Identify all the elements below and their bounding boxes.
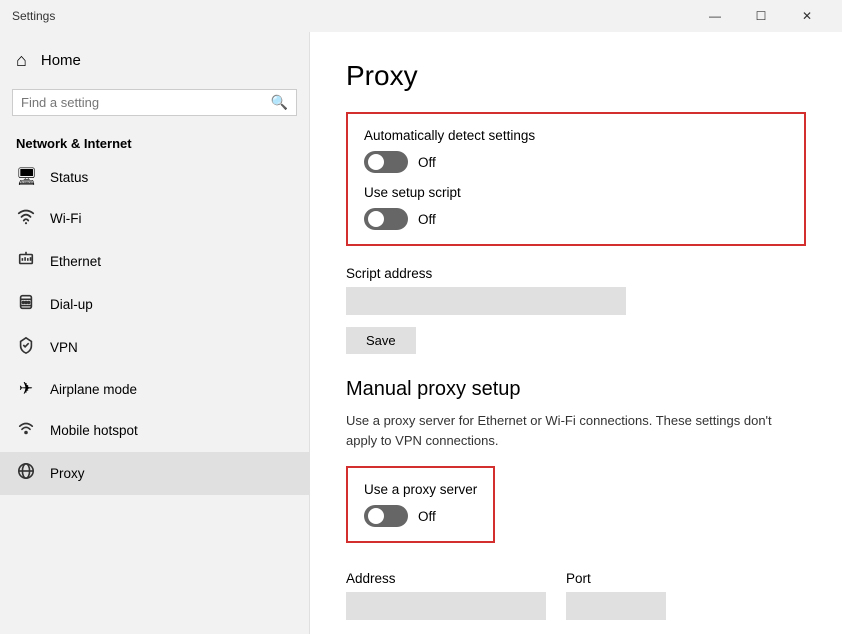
address-input[interactable] bbox=[346, 592, 546, 620]
sidebar-item-vpn[interactable]: VPN bbox=[0, 326, 309, 369]
detect-toggle[interactable] bbox=[364, 151, 408, 173]
detect-toggle-row: Off bbox=[364, 151, 788, 173]
window-title: Settings bbox=[12, 9, 55, 23]
use-proxy-toggle-label: Off bbox=[418, 509, 436, 524]
script-toggle-label: Off bbox=[418, 212, 436, 227]
ethernet-icon bbox=[16, 250, 36, 273]
status-icon: 🖥 bbox=[16, 167, 36, 187]
hotspot-icon bbox=[16, 419, 36, 442]
sidebar-item-label: Proxy bbox=[50, 466, 85, 481]
title-bar: Settings — ☐ ✕ bbox=[0, 0, 842, 32]
script-toggle[interactable] bbox=[364, 208, 408, 230]
wifi-icon bbox=[16, 207, 36, 230]
port-label: Port bbox=[566, 571, 666, 586]
sidebar-section-title: Network & Internet bbox=[0, 128, 309, 157]
detect-label: Automatically detect settings bbox=[364, 128, 788, 143]
sidebar-item-ethernet[interactable]: Ethernet bbox=[0, 240, 309, 283]
window-controls: — ☐ ✕ bbox=[692, 0, 830, 32]
sidebar-item-home[interactable]: ⌂ Home bbox=[0, 40, 309, 81]
close-button[interactable]: ✕ bbox=[784, 0, 830, 32]
script-label: Use setup script bbox=[364, 185, 788, 200]
auto-proxy-section: Automatically detect settings Off Use se… bbox=[346, 112, 806, 246]
search-box: 🔍 bbox=[12, 89, 297, 116]
address-group: Address bbox=[346, 571, 546, 620]
sidebar-item-label: Status bbox=[50, 170, 88, 185]
port-group: Port bbox=[566, 571, 666, 620]
maximize-button[interactable]: ☐ bbox=[738, 0, 784, 32]
port-input[interactable] bbox=[566, 592, 666, 620]
address-label: Address bbox=[346, 571, 546, 586]
sidebar-item-label: Dial-up bbox=[50, 297, 93, 312]
save-button[interactable]: Save bbox=[346, 327, 416, 354]
script-address-label: Script address bbox=[346, 266, 806, 281]
detect-toggle-label: Off bbox=[418, 155, 436, 170]
airplane-icon: ✈ bbox=[16, 379, 36, 399]
sidebar-item-proxy[interactable]: Proxy bbox=[0, 452, 309, 495]
use-proxy-label: Use a proxy server bbox=[364, 482, 477, 497]
manual-proxy-title: Manual proxy setup bbox=[346, 378, 806, 401]
main-content: Proxy Automatically detect settings Off … bbox=[310, 32, 842, 634]
home-icon: ⌂ bbox=[16, 50, 27, 71]
manual-proxy-description: Use a proxy server for Ethernet or Wi-Fi… bbox=[346, 411, 806, 450]
app-body: ⌂ Home 🔍 Network & Internet 🖥 Status Wi-… bbox=[0, 32, 842, 634]
sidebar-item-wifi[interactable]: Wi-Fi bbox=[0, 197, 309, 240]
search-icon: 🔍 bbox=[271, 94, 288, 111]
search-input[interactable] bbox=[21, 95, 271, 110]
sidebar-item-airplane[interactable]: ✈ Airplane mode bbox=[0, 369, 309, 409]
sidebar-item-label: Mobile hotspot bbox=[50, 423, 138, 438]
sidebar-item-label: VPN bbox=[50, 340, 78, 355]
script-address-input[interactable] bbox=[346, 287, 626, 315]
sidebar-item-label: Ethernet bbox=[50, 254, 101, 269]
script-toggle-row: Off bbox=[364, 208, 788, 230]
use-proxy-toggle[interactable] bbox=[364, 505, 408, 527]
sidebar: ⌂ Home 🔍 Network & Internet 🖥 Status Wi-… bbox=[0, 32, 310, 634]
home-label: Home bbox=[41, 52, 81, 69]
address-port-row: Address Port bbox=[346, 571, 806, 620]
use-proxy-section: Use a proxy server Off bbox=[346, 466, 495, 543]
sidebar-item-dialup[interactable]: Dial-up bbox=[0, 283, 309, 326]
dialup-icon bbox=[16, 293, 36, 316]
sidebar-item-label: Wi-Fi bbox=[50, 211, 81, 226]
sidebar-item-hotspot[interactable]: Mobile hotspot bbox=[0, 409, 309, 452]
sidebar-item-label: Airplane mode bbox=[50, 382, 137, 397]
page-title: Proxy bbox=[346, 60, 806, 92]
minimize-button[interactable]: — bbox=[692, 0, 738, 32]
proxy-icon bbox=[16, 462, 36, 485]
vpn-icon bbox=[16, 336, 36, 359]
use-proxy-toggle-row: Off bbox=[364, 505, 477, 527]
sidebar-item-status[interactable]: 🖥 Status bbox=[0, 157, 309, 197]
